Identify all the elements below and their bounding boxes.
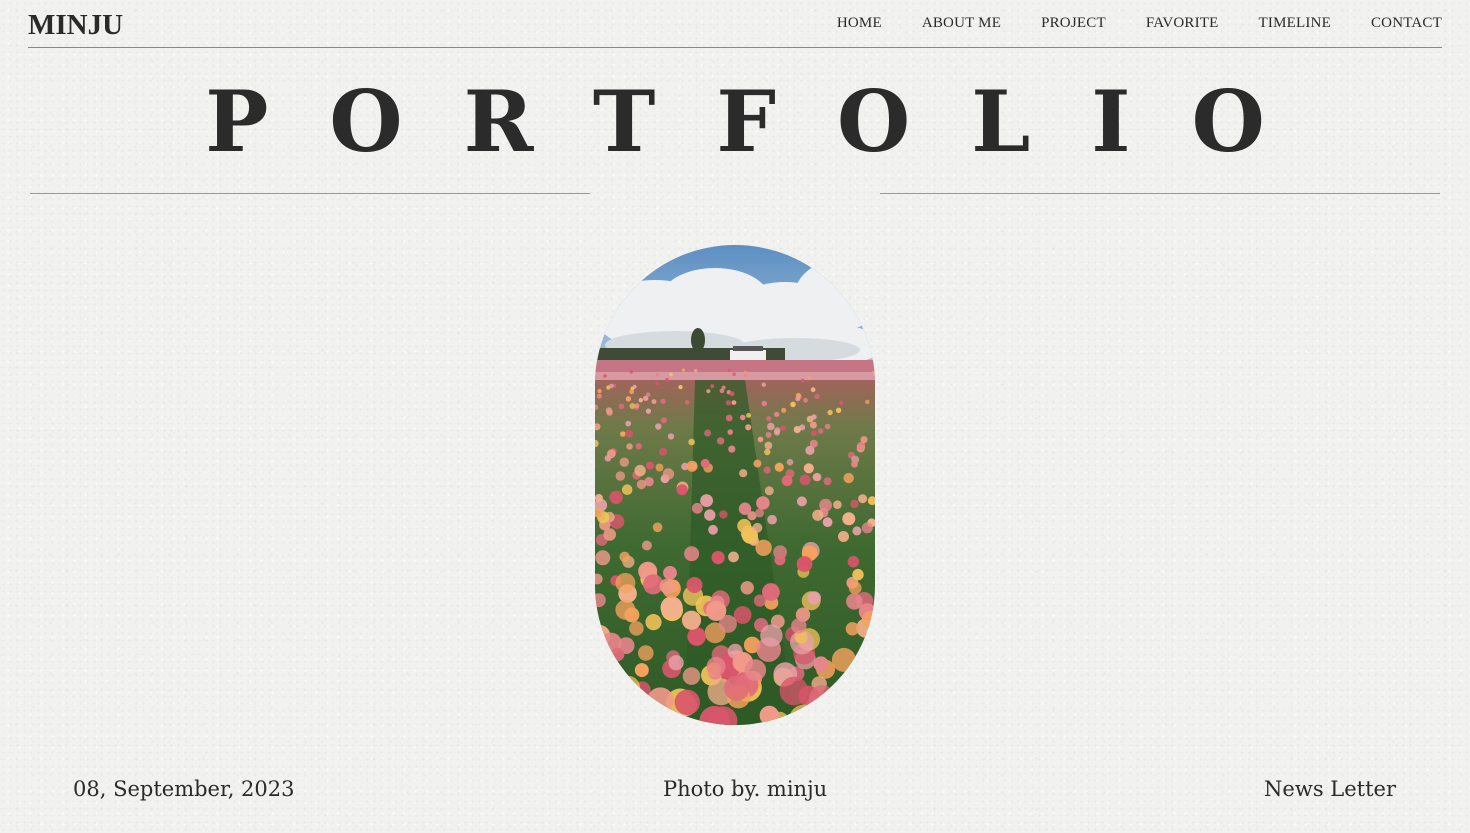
title-divider-left [30,193,590,194]
hero-photo-flower-field [595,245,875,725]
nav-about-me[interactable]: ABOUT ME [922,15,1001,32]
nav-home[interactable]: HOME [837,15,882,32]
nav-project[interactable]: PROJECT [1041,15,1106,32]
title-divider-right [880,193,1440,194]
site-logo[interactable]: MINJU [28,9,123,42]
nav-timeline[interactable]: TIMELINE [1259,15,1331,32]
photo-credit: Photo by. minju [663,777,828,801]
header-divider [28,47,1442,48]
page-title: PORTFOLIO [205,72,1326,171]
nav-contact[interactable]: CONTACT [1371,15,1442,32]
nav-favorite[interactable]: FAVORITE [1146,15,1219,32]
main-nav: HOME ABOUT ME PROJECT FAVORITE TIMELINE … [797,15,1442,32]
newsletter-link[interactable]: News Letter [1264,777,1396,801]
publish-date: 08, September, 2023 [73,777,295,801]
